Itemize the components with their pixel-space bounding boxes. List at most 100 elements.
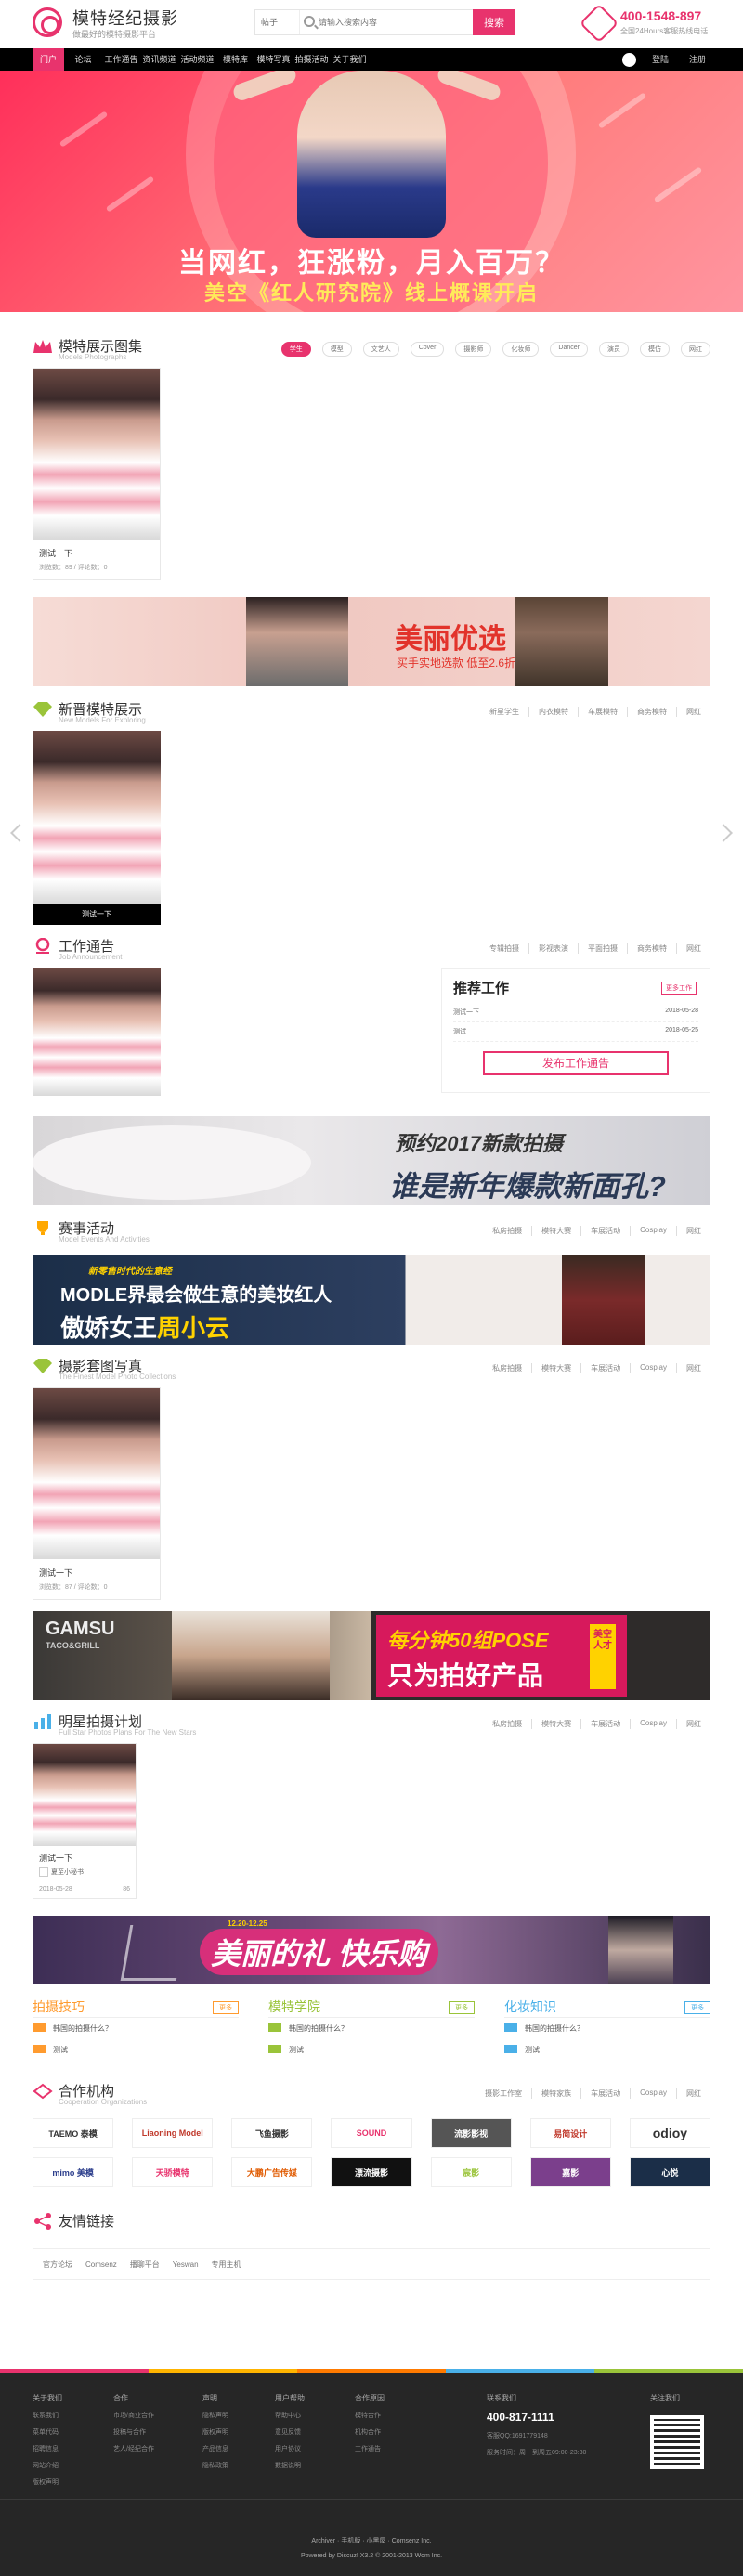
card-caption[interactable]: 测试一下: [33, 904, 161, 925]
footer-link[interactable]: 模特合作: [355, 2411, 385, 2420]
section-link[interactable]: 模特大赛: [532, 1719, 582, 1729]
more-button[interactable]: 更多: [684, 2001, 710, 2015]
partner-logo[interactable]: mimo 美模: [33, 2157, 114, 2188]
card-caption[interactable]: 测试一下: [33, 1846, 136, 1866]
ad-banner-newyear[interactable]: 预约2017新款拍摄 谁是新年爆款新面孔?: [33, 1116, 710, 1205]
carousel-next-arrow[interactable]: [714, 824, 733, 842]
footer-link[interactable]: 市场/商业合作: [113, 2411, 154, 2420]
search-button[interactable]: 搜索: [473, 9, 515, 35]
plan-photo[interactable]: [33, 1744, 136, 1846]
friend-link[interactable]: 专用主机: [212, 2259, 241, 2270]
ad-banner-beauty[interactable]: 美丽优选 买手实地选款 低至2.6折: [33, 597, 710, 686]
column-title[interactable]: 模特学院: [268, 1997, 320, 2016]
section-link[interactable]: 模特大赛: [532, 1226, 582, 1236]
logo-icon[interactable]: [33, 7, 70, 41]
partner-logo[interactable]: 嘉影: [529, 2157, 611, 2188]
section-link[interactable]: 网红: [677, 2088, 710, 2099]
logo-title[interactable]: 模特经纪摄影: [72, 6, 178, 30]
filter-pill[interactable]: Cover: [410, 342, 445, 357]
ad-banner-holiday[interactable]: 美丽的礼 快乐购 12.20-12.25: [33, 1916, 710, 1985]
album-photo[interactable]: [33, 1388, 160, 1559]
footer-link[interactable]: 隐私声明: [202, 2411, 228, 2420]
section-link[interactable]: 摄影工作室: [476, 2088, 533, 2100]
nav-item-home[interactable]: 门户: [33, 48, 64, 71]
partner-logo[interactable]: Liaoning Model: [132, 2118, 214, 2149]
nav-item-about[interactable]: 关于我们: [331, 48, 369, 71]
section-link[interactable]: Cosplay: [631, 1226, 677, 1236]
ad-banner-pose[interactable]: GAMSU TACO&GRILL 每分钟50组POSE 只为拍好产品 美空人才: [33, 1611, 710, 1700]
card-caption[interactable]: 测试一下: [33, 540, 160, 561]
section-link[interactable]: 商务模特: [628, 943, 677, 954]
filter-pill[interactable]: 化妆师: [502, 342, 540, 357]
login-link[interactable]: 登陆: [652, 48, 669, 71]
section-link[interactable]: 模特大赛: [532, 1363, 582, 1373]
model-card[interactable]: 测试一下 浏览数：89 / 评论数：0: [33, 368, 161, 580]
footer-link[interactable]: 招聘信息: [33, 2444, 62, 2453]
section-link[interactable]: 网红: [677, 1226, 710, 1236]
job-photo[interactable]: [33, 968, 161, 1096]
section-link[interactable]: 车展活动: [581, 2088, 632, 2100]
footer-link[interactable]: 菜单代码: [33, 2427, 62, 2437]
nav-item-models[interactable]: 模特库: [216, 48, 254, 71]
footer-link[interactable]: 版权声明: [33, 2478, 62, 2487]
card-author[interactable]: 夏至小秘书: [51, 1869, 84, 1876]
section-link[interactable]: 车展活动: [581, 1363, 632, 1373]
partner-logo[interactable]: odioy: [629, 2118, 710, 2149]
section-link[interactable]: 私房拍摄: [483, 1363, 533, 1373]
list-item[interactable]: 测试: [504, 2039, 710, 2061]
section-link[interactable]: Cosplay: [631, 1719, 677, 1729]
partner-logo[interactable]: 天骄模特: [132, 2157, 214, 2188]
column-title[interactable]: 拍摄技巧: [33, 1997, 85, 2016]
partner-logo[interactable]: 易简设计: [529, 2118, 611, 2149]
search-category-select[interactable]: 帖子: [255, 10, 300, 34]
nav-item-events[interactable]: 活动频道: [178, 48, 216, 71]
nav-item-forum[interactable]: 论坛: [64, 48, 102, 71]
partner-logo[interactable]: 心悦: [629, 2157, 710, 2188]
more-button[interactable]: 更多: [213, 2001, 239, 2015]
section-link[interactable]: 私房拍摄: [483, 1226, 533, 1236]
list-item[interactable]: 测试: [33, 2039, 239, 2061]
filter-pill[interactable]: 模型: [321, 342, 352, 357]
list-item[interactable]: 韩国的拍摄什么？: [268, 2018, 475, 2039]
nav-item-shoots[interactable]: 拍摄活动: [293, 48, 331, 71]
partner-logo[interactable]: 漂流摄影: [331, 2157, 412, 2188]
filter-pill[interactable]: 摄影师: [455, 342, 492, 357]
footer-link[interactable]: 网站介绍: [33, 2461, 62, 2470]
section-link[interactable]: 车展活动: [581, 1719, 632, 1729]
job-row[interactable]: 测试 2018-05-25: [453, 1022, 698, 1042]
register-link[interactable]: 注册: [689, 48, 706, 71]
footer-link[interactable]: 工作通告: [355, 2444, 385, 2453]
ad-banner-makeup[interactable]: 新零售时代的生意经 MODLE界最会做生意的美妆红人 傲娇女王周小云: [33, 1255, 710, 1345]
search-input[interactable]: [319, 13, 467, 32]
section-link[interactable]: 车展模特: [579, 707, 628, 717]
footer-link[interactable]: 艺人/经纪合作: [113, 2444, 154, 2453]
avatar[interactable]: [622, 53, 636, 67]
friend-link[interactable]: 播聊平台: [130, 2259, 160, 2270]
job-row[interactable]: 测试一下 2018-05-28: [453, 1003, 698, 1022]
filter-pill[interactable]: 模仿: [640, 342, 670, 357]
section-link[interactable]: 平面拍摄: [579, 943, 628, 954]
new-model-card[interactable]: 测试一下: [33, 731, 161, 925]
filter-pill[interactable]: 演员: [599, 342, 629, 357]
carousel-prev-arrow[interactable]: [10, 824, 29, 842]
footer-links-line[interactable]: Archiver · 手机版 · 小黑屋 · Comsenz Inc.: [0, 2536, 743, 2545]
filter-pill[interactable]: 网红: [681, 342, 710, 357]
footer-link[interactable]: 意见反馈: [275, 2427, 305, 2437]
friend-link[interactable]: Yeswan: [173, 2260, 199, 2269]
plan-card[interactable]: 测试一下 夏至小秘书 2018-05-28 86: [33, 1743, 137, 1900]
list-item[interactable]: 测试: [268, 2039, 475, 2061]
friend-link[interactable]: 官方论坛: [43, 2259, 72, 2270]
partner-logo[interactable]: TAEMO 泰模: [33, 2118, 114, 2149]
model-photo[interactable]: [33, 369, 160, 540]
section-link[interactable]: 影视表演: [529, 943, 579, 954]
section-link[interactable]: Cosplay: [631, 2088, 677, 2100]
footer-link[interactable]: 隐私政策: [202, 2461, 228, 2470]
footer-link[interactable]: 帮助中心: [275, 2411, 305, 2420]
section-link[interactable]: 车展活动: [581, 1226, 632, 1236]
footer-link[interactable]: 联系我们: [33, 2411, 62, 2420]
more-button[interactable]: 更多: [449, 2001, 475, 2015]
filter-pill[interactable]: 文艺人: [362, 342, 399, 357]
list-item[interactable]: 韩国的拍摄什么？: [504, 2018, 710, 2039]
model-photo[interactable]: [33, 731, 161, 904]
section-link[interactable]: 私房拍摄: [483, 1719, 533, 1729]
